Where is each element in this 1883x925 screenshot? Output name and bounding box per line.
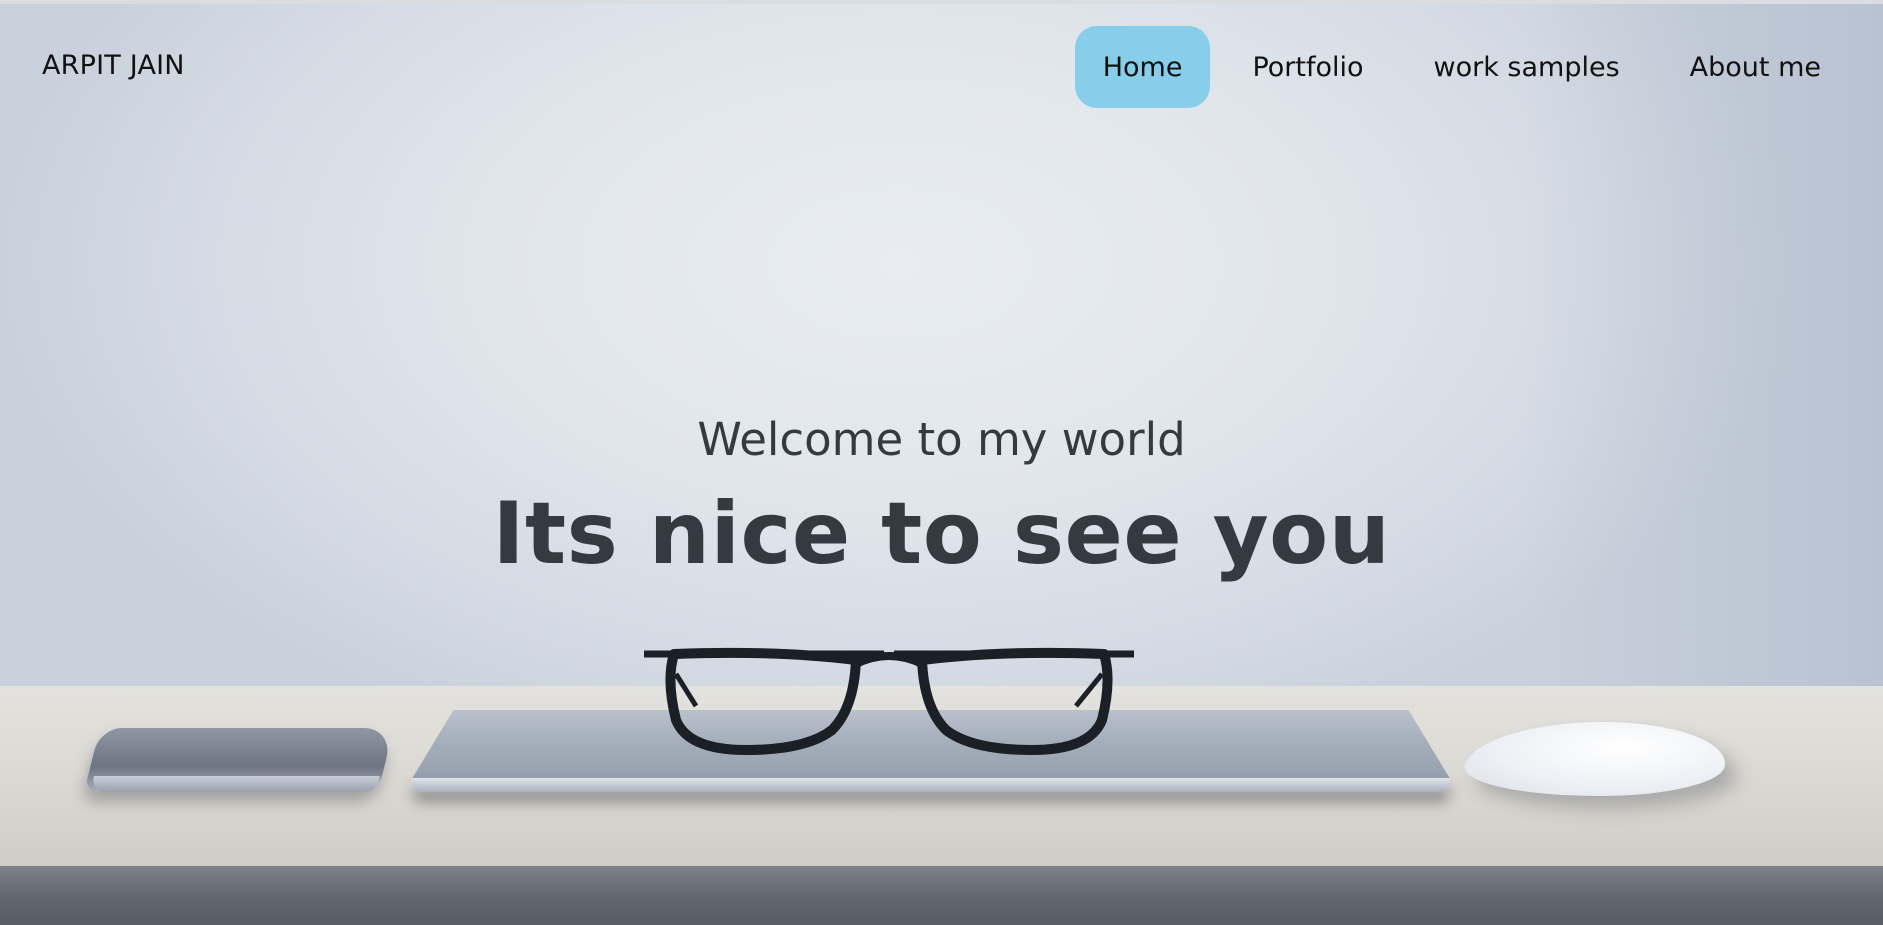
page: ARPIT JAIN Home Portfolio work samples A…: [0, 0, 1883, 925]
nav-link-home[interactable]: Home: [1074, 26, 1211, 108]
hero-subtitle: Welcome to my world: [697, 413, 1186, 466]
nav-link-about-me[interactable]: About me: [1662, 26, 1849, 108]
nav-link-work-samples[interactable]: work samples: [1406, 26, 1648, 108]
glasses-image: [644, 647, 1134, 755]
nav-link-portfolio[interactable]: Portfolio: [1224, 26, 1391, 108]
hero-section: Welcome to my world Its nice to see you: [0, 410, 1883, 584]
nav-links: Home Portfolio work samples About me: [1061, 26, 1849, 108]
laptop-edge: [412, 778, 1450, 792]
brand-logo-text[interactable]: ARPIT JAIN: [42, 50, 185, 81]
desk-edge: [0, 866, 1883, 925]
top-navigation: ARPIT JAIN Home Portfolio work samples A…: [0, 4, 1883, 130]
phone-edge: [90, 776, 380, 792]
hero-title: Its nice to see you: [492, 484, 1391, 584]
